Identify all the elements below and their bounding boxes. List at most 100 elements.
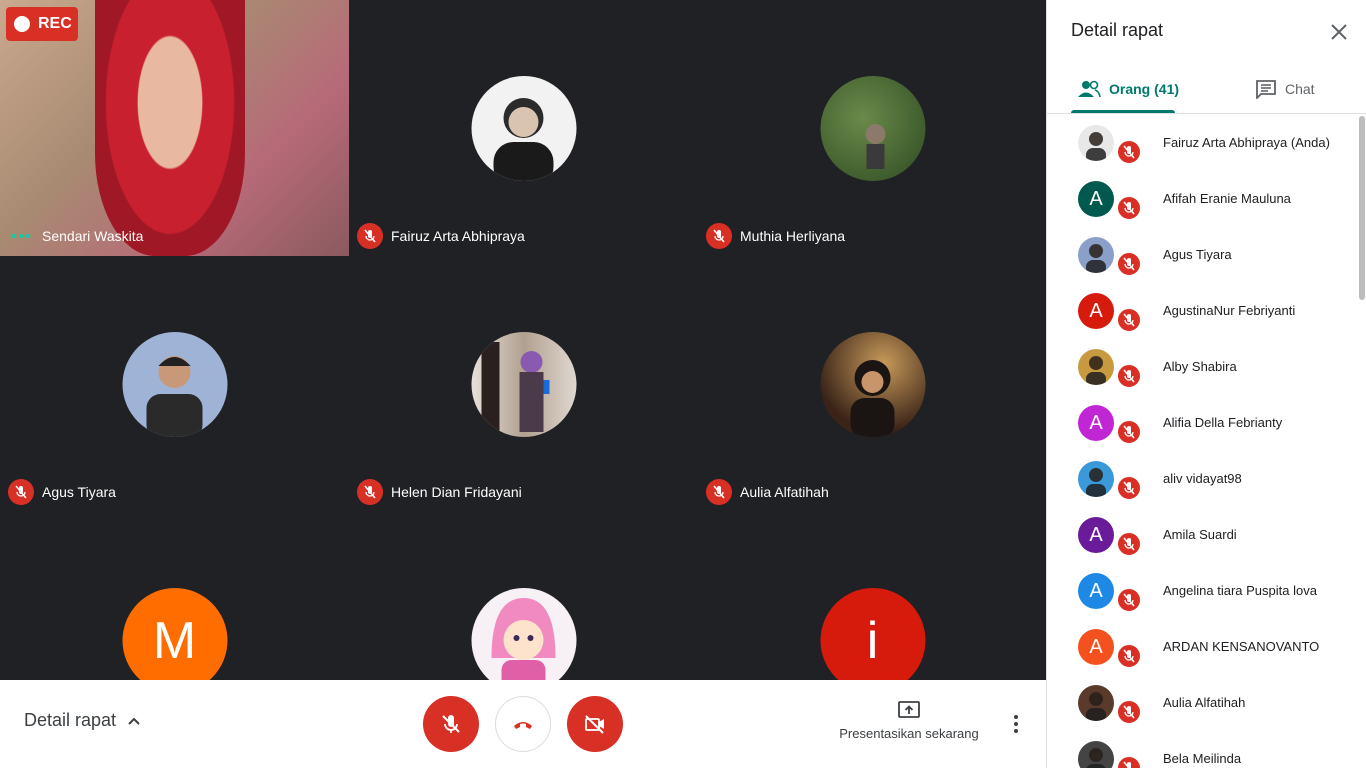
participant-avatar bbox=[471, 588, 576, 680]
participant-avatar: A bbox=[1078, 573, 1114, 609]
tile-name: Muthia Herliyana bbox=[740, 228, 846, 244]
person-photo-icon bbox=[850, 360, 894, 437]
close-icon[interactable] bbox=[1327, 20, 1351, 44]
person-photo-icon bbox=[481, 342, 549, 432]
mic-off-icon bbox=[706, 479, 732, 505]
microphone-toggle-button[interactable] bbox=[423, 696, 479, 752]
participant-row[interactable]: A Alifia Della Febrianty bbox=[1047, 395, 1366, 451]
mic-off-icon bbox=[1116, 363, 1142, 389]
mic-off-icon bbox=[1116, 699, 1142, 725]
person-photo-icon bbox=[493, 98, 553, 181]
participant-row[interactable]: Aulia Alfatihah bbox=[1047, 675, 1366, 731]
participant-row[interactable]: aliv vidayat98 bbox=[1047, 451, 1366, 507]
participant-avatar bbox=[1078, 741, 1114, 768]
participant-row[interactable]: Agus Tiyara bbox=[1047, 227, 1366, 283]
participant-avatar bbox=[1078, 461, 1114, 497]
present-screen-icon bbox=[898, 701, 920, 718]
mic-off-icon bbox=[357, 223, 383, 249]
participant-name: Alby Shabira bbox=[1163, 359, 1237, 374]
participant-row[interactable]: A ARDAN KENSANOVANTO bbox=[1047, 619, 1366, 675]
participant-name: aliv vidayat98 bbox=[1163, 471, 1242, 486]
mic-off-icon bbox=[1116, 251, 1142, 277]
tile-name-row: Muthia Herliyana bbox=[706, 222, 845, 250]
present-now-label: Presentasikan sekarang bbox=[839, 726, 979, 741]
tab-chat-label: Chat bbox=[1285, 81, 1315, 97]
meeting-details-label: Detail rapat bbox=[24, 710, 117, 730]
participant-row[interactable]: Fairuz Arta Abhipraya (Anda) bbox=[1047, 115, 1366, 171]
participant-avatar: A bbox=[1078, 517, 1114, 553]
tab-people[interactable]: Orang (41) bbox=[1077, 66, 1179, 112]
leave-call-button[interactable] bbox=[495, 696, 551, 752]
participant-row[interactable]: A Afifah Eranie Mauluna bbox=[1047, 171, 1366, 227]
mic-off-icon bbox=[1116, 419, 1142, 445]
participant-avatar bbox=[122, 332, 227, 437]
participant-avatar bbox=[820, 332, 925, 437]
video-tile-i[interactable]: i bbox=[698, 512, 1046, 680]
speaking-indicator-icon bbox=[8, 234, 34, 238]
cartoon-avatar-icon bbox=[491, 598, 555, 680]
video-tile-cartoon[interactable] bbox=[349, 512, 698, 680]
camera-toggle-button[interactable] bbox=[567, 696, 623, 752]
participant-name: Bela Meilinda bbox=[1163, 751, 1242, 766]
panel-tabs: Orang (41) Chat bbox=[1047, 66, 1366, 114]
participant-row[interactable]: Bela Meilinda bbox=[1047, 731, 1366, 768]
tab-chat[interactable]: Chat bbox=[1255, 66, 1315, 112]
participant-avatar bbox=[1078, 125, 1114, 161]
participant-avatar: A bbox=[1078, 293, 1114, 329]
participant-avatar bbox=[1078, 237, 1114, 273]
avatar-letter: M bbox=[152, 611, 197, 670]
tile-name-row: Helen Dian Fridayani bbox=[357, 478, 522, 506]
participant-row[interactable]: Alby Shabira bbox=[1047, 339, 1366, 395]
participant-row[interactable]: A Angelina tiara Puspita lova bbox=[1047, 563, 1366, 619]
video-grid: REC Sendari Waskita Fairuz Arta Abhipray… bbox=[0, 0, 1046, 680]
person-photo-icon bbox=[1086, 748, 1106, 768]
mic-off-icon bbox=[1116, 475, 1142, 501]
participant-list-scrollbar[interactable] bbox=[1359, 116, 1365, 300]
participant-name: Angelina tiara Puspita lova bbox=[1163, 583, 1317, 598]
mic-off-icon bbox=[8, 479, 34, 505]
participant-avatar: A bbox=[1078, 629, 1114, 665]
mic-off-icon bbox=[1116, 587, 1142, 613]
video-tile-sendari[interactable]: REC Sendari Waskita bbox=[0, 0, 349, 256]
tile-name-row: Sendari Waskita bbox=[8, 222, 143, 250]
video-tile-helen[interactable]: Helen Dian Fridayani bbox=[349, 256, 698, 512]
participant-name: Alifia Della Febrianty bbox=[1163, 415, 1283, 430]
meeting-details-panel: Detail rapat Orang (41) Chat Fairuz Arta… bbox=[1046, 0, 1366, 768]
panel-title: Detail rapat bbox=[1071, 20, 1164, 40]
participant-name: AgustinaNur Febriyanti bbox=[1163, 303, 1296, 318]
mic-off-icon bbox=[1116, 755, 1142, 768]
participant-video bbox=[95, 0, 245, 256]
mic-off-icon bbox=[1116, 195, 1142, 221]
participant-row[interactable]: A Amila Suardi bbox=[1047, 507, 1366, 563]
recording-label: REC bbox=[38, 15, 72, 32]
tile-name: Aulia Alfatihah bbox=[740, 484, 829, 500]
participant-list[interactable]: Fairuz Arta Abhipraya (Anda) A Afifah Eran… bbox=[1047, 115, 1366, 768]
chevron-up-icon bbox=[128, 717, 140, 725]
tile-name: Fairuz Arta Abhipraya bbox=[391, 228, 525, 244]
tile-name-row: Agus Tiyara bbox=[8, 478, 116, 506]
person-photo-icon bbox=[1086, 468, 1106, 497]
hang-up-icon bbox=[514, 722, 532, 729]
present-now-button[interactable]: Presentasikan sekarang bbox=[836, 700, 982, 741]
person-photo-icon bbox=[146, 356, 202, 437]
participant-avatar bbox=[471, 76, 576, 181]
person-photo-icon bbox=[1086, 692, 1106, 721]
video-tile-muthia[interactable]: Muthia Herliyana bbox=[698, 0, 1046, 256]
tile-name-row: Aulia Alfatihah bbox=[706, 478, 829, 506]
video-tile-agus[interactable]: Agus Tiyara bbox=[0, 256, 349, 512]
more-options-icon[interactable] bbox=[1004, 710, 1028, 738]
participant-avatar: A bbox=[1078, 181, 1114, 217]
person-photo-icon bbox=[1086, 132, 1106, 161]
video-tile-fairuz[interactable]: Fairuz Arta Abhipraya bbox=[349, 0, 698, 256]
mic-off-icon bbox=[442, 715, 460, 733]
participant-name: Agus Tiyara bbox=[1163, 247, 1232, 262]
video-tile-aulia[interactable]: Aulia Alfatihah bbox=[698, 256, 1046, 512]
tile-name: Helen Dian Fridayani bbox=[391, 484, 522, 500]
participant-row[interactable]: A AgustinaNur Febriyanti bbox=[1047, 283, 1366, 339]
avatar-letter: i bbox=[866, 611, 879, 670]
bottom-toolbar: Detail rapat Presentasikan sekarang bbox=[0, 680, 1046, 768]
recording-badge: REC bbox=[6, 7, 78, 41]
video-tile-m[interactable]: M bbox=[0, 512, 349, 680]
meeting-details-button[interactable]: Detail rapat bbox=[24, 710, 142, 731]
mic-off-icon bbox=[1116, 643, 1142, 669]
